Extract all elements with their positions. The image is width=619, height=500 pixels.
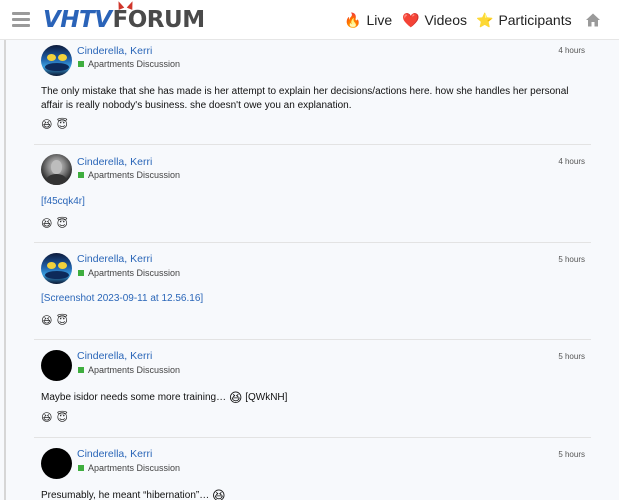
- laughing-emoji-icon: 😆: [228, 390, 243, 405]
- user-avatar[interactable]: [41, 350, 72, 381]
- post-item: Cinderella, Kerri Apartments Discussion …: [34, 243, 591, 340]
- post-item: Cinderella, Kerri Apartments Discussion …: [34, 340, 591, 438]
- category-label: Apartments Discussion: [88, 463, 181, 473]
- post-time[interactable]: 4 hours: [558, 46, 585, 55]
- category-label: Apartments Discussion: [88, 59, 181, 69]
- menu-icon[interactable]: [12, 12, 30, 28]
- post-time[interactable]: 4 hours: [558, 157, 585, 166]
- reaction-bar: 😆 😇: [41, 218, 68, 230]
- post-author[interactable]: Cinderella, Kerri: [77, 45, 152, 57]
- heart-icon: ❤️: [402, 12, 420, 28]
- user-avatar[interactable]: [41, 448, 72, 479]
- post-category[interactable]: Apartments Discussion: [78, 59, 180, 69]
- post-body: The only mistake that she has made is he…: [41, 86, 569, 111]
- category-label: Apartments Discussion: [88, 268, 181, 278]
- site-logo[interactable]: VHTV FORUM: [43, 0, 206, 34]
- post-attachment-link[interactable]: [Screenshot 2023-09-11 at 12.56.16]: [41, 293, 203, 304]
- post-author[interactable]: Cinderella, Kerri: [77, 448, 152, 460]
- user-avatar[interactable]: [41, 45, 72, 76]
- laughing-reaction-icon[interactable]: 😆: [41, 119, 52, 131]
- post-category[interactable]: Apartments Discussion: [78, 170, 180, 180]
- post-item: Cinderella, Kerri Apartments Discussion …: [34, 40, 591, 145]
- post-time[interactable]: 5 hours: [558, 450, 585, 459]
- reaction-bar: 😆 😇: [41, 412, 68, 424]
- laughing-emoji-icon: 😆: [212, 488, 226, 500]
- post-author[interactable]: Cinderella, Kerri: [77, 253, 152, 265]
- post-time[interactable]: 5 hours: [558, 352, 585, 361]
- post-category[interactable]: Apartments Discussion: [78, 268, 180, 278]
- user-avatar[interactable]: [41, 154, 72, 185]
- post-category[interactable]: Apartments Discussion: [78, 463, 180, 473]
- nav-videos[interactable]: ❤️ Videos: [402, 0, 467, 40]
- reaction-bar: 😆 😇: [41, 315, 68, 327]
- fire-icon: 🔥: [344, 12, 362, 28]
- top-bar: VHTV FORUM 🔥 Live ❤️ Videos ⭐ Participan…: [0, 0, 619, 40]
- category-color-square: [78, 270, 84, 276]
- category-color-square: [78, 172, 84, 178]
- post-item: Cinderella, Kerri Apartments Discussion …: [34, 438, 591, 500]
- logo-vhtv-text: VHTV: [43, 7, 112, 33]
- post-attachment-link[interactable]: [f45cqk4r]: [41, 196, 85, 207]
- category-color-square: [78, 367, 84, 373]
- post-body-text: Maybe isidor needs some more training…: [41, 392, 227, 403]
- nav-videos-label: Videos: [424, 12, 467, 28]
- post-body: Maybe isidor needs some more training… 😆…: [41, 391, 586, 405]
- laughing-reaction-icon[interactable]: 😆: [41, 218, 52, 230]
- logo-forum-text: FORUM: [112, 0, 206, 34]
- user-avatar[interactable]: [41, 253, 72, 284]
- laughing-reaction-icon[interactable]: 😆: [41, 412, 52, 424]
- category-color-square: [78, 61, 84, 67]
- halo-reaction-icon[interactable]: 😇: [56, 119, 67, 131]
- reaction-bar: 😆 😇: [41, 119, 68, 131]
- post-category[interactable]: Apartments Discussion: [78, 365, 180, 375]
- post-author[interactable]: Cinderella, Kerri: [77, 156, 152, 168]
- category-color-square: [78, 465, 84, 471]
- home-icon[interactable]: [585, 12, 601, 28]
- nav-participants-label: Participants: [498, 12, 572, 28]
- post-author[interactable]: Cinderella, Kerri: [77, 350, 152, 362]
- post-item: Cinderella, Kerri Apartments Discussion …: [34, 145, 591, 243]
- post-body: Presumably, he meant “hibernation”… 😆: [41, 489, 586, 500]
- logo-forum-label: FORUM: [112, 7, 206, 33]
- post-body-tag: [QWkNH]: [245, 392, 288, 403]
- halo-reaction-icon[interactable]: 😇: [56, 218, 67, 230]
- nav-participants[interactable]: ⭐ Participants: [476, 0, 572, 40]
- nav-live-label: Live: [366, 12, 393, 28]
- post-time[interactable]: 5 hours: [558, 255, 585, 264]
- category-label: Apartments Discussion: [88, 170, 181, 180]
- post-stream[interactable]: Cinderella, Kerri Apartments Discussion …: [0, 40, 619, 500]
- post-body-text: Presumably, he meant “hibernation”…: [41, 490, 210, 500]
- halo-reaction-icon[interactable]: 😇: [56, 315, 67, 327]
- star-icon: ⭐: [476, 12, 494, 28]
- category-label: Apartments Discussion: [88, 365, 181, 375]
- nav-live[interactable]: 🔥 Live: [344, 0, 392, 40]
- halo-reaction-icon[interactable]: 😇: [56, 412, 67, 424]
- laughing-reaction-icon[interactable]: 😆: [41, 315, 52, 327]
- timeline-rail: [4, 40, 6, 500]
